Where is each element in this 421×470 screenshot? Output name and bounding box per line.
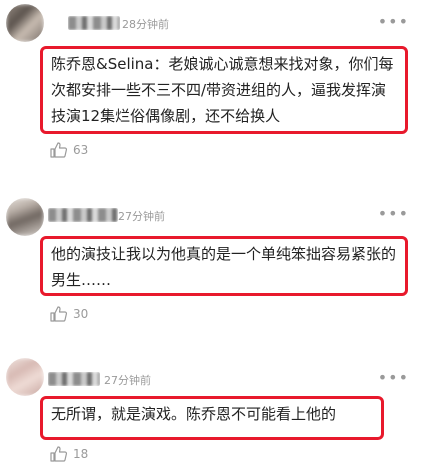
comment-text-highlighted: 他的演技让我以为他真的是一个单纯笨拙容易紧张的男生……	[40, 236, 408, 296]
avatar[interactable]	[6, 358, 44, 396]
comment-text: 陈乔恩&Selina：老娘诚心诚意想来找对象，你们每次都安排一些不三不四/带资进…	[51, 55, 394, 125]
comment-text: 他的演技让我以为他真的是一个单纯笨拙容易紧张的男生……	[51, 245, 397, 289]
timestamp: 27分钟前	[104, 374, 151, 387]
timestamp: 28分钟前	[122, 18, 169, 31]
username-blurred[interactable]	[68, 16, 120, 30]
comment-text: 无所谓，就是演戏。陈乔恩不可能看上他的	[51, 405, 337, 423]
avatar[interactable]	[6, 4, 44, 42]
comment-item: 28分钟前 ••• 陈乔恩&Selina：老娘诚心诚意想来找对象，你们每次都安排…	[0, 0, 421, 170]
like-button[interactable]: 18	[50, 446, 88, 462]
more-dots-icon[interactable]: •••	[378, 368, 409, 387]
like-count: 18	[73, 447, 89, 461]
thumbs-up-icon	[50, 142, 67, 158]
like-button[interactable]: 63	[50, 142, 88, 158]
thumbs-up-icon	[50, 446, 67, 462]
avatar[interactable]	[6, 198, 44, 236]
like-count: 30	[73, 307, 89, 321]
comment-text-highlighted: 无所谓，就是演戏。陈乔恩不可能看上他的	[40, 396, 384, 440]
like-count: 63	[73, 143, 89, 157]
comment-text-highlighted: 陈乔恩&Selina：老娘诚心诚意想来找对象，你们每次都安排一些不三不四/带资进…	[40, 46, 408, 134]
username-blurred[interactable]	[48, 372, 100, 386]
comment-item: 27分钟前 ••• 无所谓，就是演戏。陈乔恩不可能看上他的 18	[0, 340, 421, 470]
more-dots-icon[interactable]: •••	[378, 12, 409, 31]
comment-item: 27分钟前 ••• 他的演技让我以为他真的是一个单纯笨拙容易紧张的男生…… 30	[0, 170, 421, 340]
like-button[interactable]: 30	[50, 306, 88, 322]
more-dots-icon[interactable]: •••	[378, 204, 409, 223]
username-blurred[interactable]	[48, 208, 118, 222]
thumbs-up-icon	[50, 306, 67, 322]
timestamp: 27分钟前	[118, 210, 165, 223]
